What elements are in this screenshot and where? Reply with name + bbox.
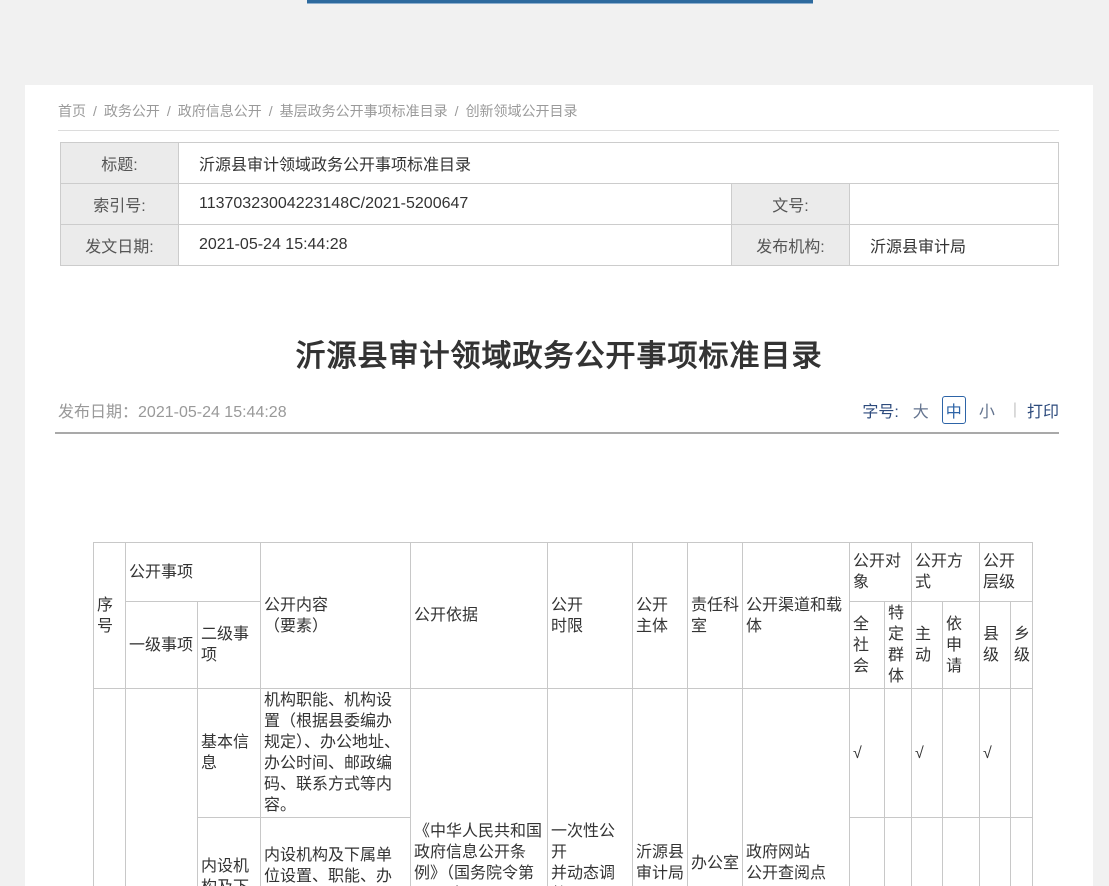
cell-specific-group-check [885,689,912,818]
header-open-items: 公开事项 [126,543,261,602]
breadcrumb-innovation-catalog[interactable]: 创新领域公开目录 [466,103,578,119]
header-all-society: 全社 会 [850,602,885,689]
issuing-org-label: 发布机构: [732,225,850,266]
meta-row-title: 标题: 沂源县审计领域政务公开事项标准目录 [61,143,1059,184]
header-county-level: 县 级 [980,602,1011,689]
cell-level2-item: 内设机构及下属事业单位 [198,818,261,886]
table-row: 基本信 息 机构职能、机构设置（根据县委编办规定）、办公地址、办公时间、邮政编码… [94,689,1033,818]
cell-channels: 政府网站 公开查阅点 [743,689,850,886]
font-size-medium-button[interactable]: 中 [942,396,966,424]
cell-township-check [1011,818,1033,886]
cell-dept: 办公室 [688,689,743,886]
cell-specific-group-check [885,818,912,886]
cell-time-limit: 一次性公开 并动态调整 [548,689,633,886]
cell-level1-item [126,689,198,886]
header-channels: 公开渠道和载 体 [743,543,850,689]
cell-all-society-check: √ [850,689,885,818]
index-number-value: 11370323004223148C/2021-5200647 [179,184,732,225]
cell-on-request-check [943,689,980,818]
breadcrumb-separator: / [93,103,97,119]
cell-proactive-check: √ [912,689,943,818]
title-label: 标题: [61,143,179,184]
meta-row-date: 发文日期: 2021-05-24 15:44:28 发布机构: 沂源县审计局 [61,225,1059,266]
issuing-org-value: 沂源县审计局 [850,225,1059,266]
publish-date-value: 2021-05-24 15:44:28 [138,404,287,421]
meta-row-index: 索引号: 11370323004223148C/2021-5200647 文号: [61,184,1059,225]
breadcrumb-divider [58,130,1059,131]
breadcrumb-info-disclosure[interactable]: 政府信息公开 [178,103,262,119]
breadcrumb-separator: / [269,103,273,119]
header-level2-item: 二级事 项 [198,602,261,689]
cell-township-check [1011,689,1033,818]
header-dept: 责任科 室 [688,543,743,689]
header-level1-item: 一级事项 [126,602,198,689]
cell-on-request-check [943,818,980,886]
publish-date: 发布日期：2021-05-24 15:44:28 [58,398,287,422]
cell-basis: 《中华人民共和国政府信息公开条例》（国务院令第711号） [411,689,548,886]
header-time-limit: 公开 时限 [548,543,633,689]
font-size-controls: 字号: 大 中 小 | 打印 [862,396,1059,424]
site-nav-bar [307,0,813,4]
breadcrumb-zwgk[interactable]: 政务公开 [104,103,160,119]
cell-level2-item: 基本信 息 [198,689,261,818]
header-on-request: 依申 请 [943,602,980,689]
controls-separator: | [1013,401,1017,419]
title-value: 沂源县审计领域政务公开事项标准目录 [179,143,1059,184]
doc-number-label: 文号: [732,184,850,225]
header-seq-no: 序 号 [94,543,126,689]
article-divider [55,432,1059,434]
header-audience: 公开对 象 [850,543,912,602]
header-level: 公开 层级 [980,543,1033,602]
doc-number-value [850,184,1059,225]
publish-date-label: 发布日期： [58,404,138,421]
header-subject: 公开 主体 [633,543,688,689]
font-size-label: 字号: [862,398,898,422]
catalog-table: 序 号 公开事项 公开内容 （要素） 公开依据 公开 时限 公开 主体 责任科 … [93,542,1033,886]
cell-proactive-check: √ [912,818,943,886]
breadcrumb-separator: / [167,103,171,119]
cell-content: 内设机构及下属单位设置、职能、办公地址、办公时间、联系方式、负责人姓名等 [261,818,411,886]
header-specific-group: 特 定 群 体 [885,602,912,689]
print-button[interactable]: 打印 [1027,398,1059,422]
breadcrumb-home[interactable]: 首页 [58,103,86,119]
cell-subject: 沂源县 审计局 [633,689,688,886]
header-proactive: 主 动 [912,602,943,689]
font-size-small-button[interactable]: 小 [976,397,998,423]
header-content: 公开内容 （要素） [261,543,411,689]
page: 首页 / 政务公开 / 政府信息公开 / 基层政务公开事项标准目录 / 创新领域公开目录 标题:… [0,0,1109,886]
article-meta-bar: 发布日期：2021-05-24 15:44:28 字号: 大 中 小 | 打印 [58,396,1059,424]
cell-content: 机构职能、机构设置（根据县委编办规定）、办公地址、办公时间、邮政编码、联系方式等… [261,689,411,818]
issue-date-value: 2021-05-24 15:44:28 [179,225,732,266]
content-card: 首页 / 政务公开 / 政府信息公开 / 基层政务公开事项标准目录 / 创新领域公开目录 标题:… [25,85,1093,886]
cell-seq-no [94,689,126,886]
issue-date-label: 发文日期: [61,225,179,266]
catalog-header-row-1: 序 号 公开事项 公开内容 （要素） 公开依据 公开 时限 公开 主体 责任科 … [94,543,1033,602]
header-basis: 公开依据 [411,543,548,689]
cell-all-society-check: √ [850,818,885,886]
index-number-label: 索引号: [61,184,179,225]
cell-county-check: √ [980,689,1011,818]
breadcrumb: 首页 / 政务公开 / 政府信息公开 / 基层政务公开事项标准目录 / 创新领域公开目录 [58,101,578,121]
document-meta-table: 标题: 沂源县审计领域政务公开事项标准目录 索引号: 1137032300422… [60,142,1059,266]
header-township-level: 乡 级 [1011,602,1033,689]
font-size-large-button[interactable]: 大 [910,397,932,423]
breadcrumb-standard-catalog[interactable]: 基层政务公开事项标准目录 [280,103,448,119]
header-method: 公开方式 [912,543,980,602]
breadcrumb-separator: / [455,103,459,119]
cell-county-check: √ [980,818,1011,886]
page-title: 沂源县审计领域政务公开事项标准目录 [25,331,1093,375]
